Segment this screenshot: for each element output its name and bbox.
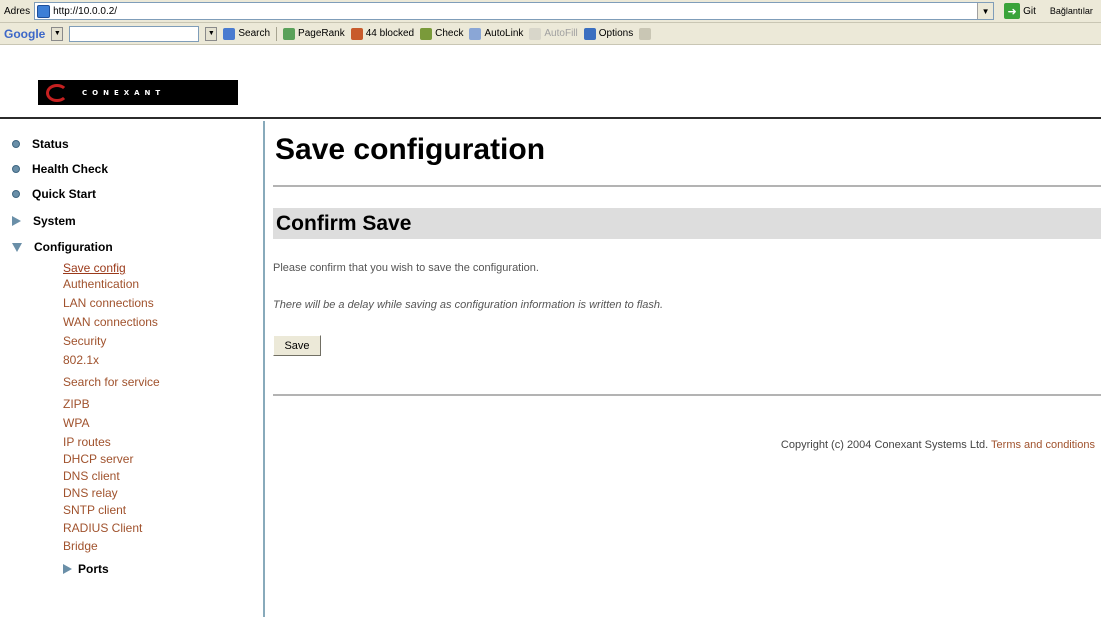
page-header: CONEXANT — [0, 45, 1101, 119]
sidebar-item-label: Health Check — [32, 162, 109, 176]
autofill-button[interactable]: AutoFill — [529, 27, 578, 40]
save-button[interactable]: Save — [273, 335, 321, 356]
popup-blocker-button[interactable]: 44 blocked — [350, 27, 415, 40]
search-button[interactable]: Search — [223, 27, 271, 40]
divider — [273, 185, 1101, 187]
sidebar-item-label: Status — [32, 137, 69, 151]
pencil-icon[interactable] — [639, 27, 652, 40]
google-logo[interactable]: Google — [4, 27, 45, 41]
options-button[interactable]: Options — [583, 27, 634, 40]
url-input[interactable]: http://10.0.0.2/ ▼ — [34, 2, 995, 20]
sidebar-item-sntp-client[interactable]: SNTP client — [63, 503, 126, 517]
popup-blocker-icon — [350, 27, 363, 40]
google-toolbar: Google ▼ ▼ Search PageRank 44 blocked Ch… — [0, 23, 1101, 45]
sidebar-item-security[interactable]: Security — [63, 334, 106, 348]
google-search-input[interactable] — [69, 25, 200, 42]
sidebar-item-dns-client[interactable]: DNS client — [63, 469, 120, 483]
sidebar-item-ports[interactable]: Ports — [63, 562, 109, 576]
address-bar: Adres http://10.0.0.2/ ▼ ➜ Git Bağlantıl… — [0, 0, 1101, 23]
collapse-arrow-icon — [12, 242, 22, 252]
page-icon — [37, 4, 51, 18]
pagerank-indicator[interactable]: PageRank — [283, 27, 345, 40]
autolink-icon — [469, 27, 482, 40]
pagerank-label: PageRank — [298, 28, 345, 39]
sidebar-item-save-config[interactable]: Save config — [63, 261, 126, 275]
expand-arrow-icon — [12, 216, 21, 226]
sidebar-item-wan-connections[interactable]: WAN connections — [63, 315, 158, 329]
sidebar-item-8021x[interactable]: 802.1x — [63, 353, 99, 367]
logo-text: CONEXANT — [82, 88, 166, 97]
spellcheck-button[interactable]: Check — [420, 27, 464, 40]
conexant-logo: CONEXANT — [38, 80, 238, 105]
logo-swirl-icon — [46, 83, 68, 102]
delay-message: There will be a delay while saving as co… — [273, 299, 664, 311]
sidebar-item-authentication[interactable]: Authentication — [63, 277, 139, 291]
autofill-label: AutoFill — [544, 28, 578, 39]
bullet-icon — [12, 140, 20, 148]
blocked-label: 44 blocked — [365, 28, 415, 39]
autofill-icon — [529, 27, 542, 40]
chevron-down-icon[interactable]: ▼ — [205, 26, 218, 41]
sidebar-item-dhcp-server[interactable]: DHCP server — [63, 452, 133, 466]
separator — [276, 26, 278, 41]
sidebar-item-search-for-service[interactable]: Search for service — [63, 375, 160, 389]
copyright-text: Copyright (c) 2004 Conexant Systems Ltd. — [780, 439, 989, 451]
bullet-icon — [12, 190, 20, 198]
go-arrow-icon: ➜ — [1004, 3, 1021, 19]
sidebar-item-label: System — [33, 214, 76, 228]
sidebar-item-ip-routes[interactable]: IP routes — [63, 435, 111, 449]
footer: Copyright (c) 2004 Conexant Systems Ltd.… — [781, 439, 1095, 451]
check-label: Check — [435, 28, 464, 39]
sidebar-item-label: Ports — [78, 562, 109, 576]
sidebar-item-label: Quick Start — [32, 187, 97, 201]
address-label: Adres — [4, 5, 31, 17]
sidebar-item-wpa[interactable]: WPA — [63, 416, 89, 430]
sidebar-item-bridge[interactable]: Bridge — [63, 539, 98, 553]
sidebar-item-configuration[interactable]: Configuration — [12, 240, 113, 254]
bullet-icon — [12, 165, 20, 173]
expand-arrow-icon — [63, 564, 72, 574]
go-button[interactable]: ➜ Git — [1004, 3, 1036, 19]
autolink-label: AutoLink — [484, 28, 524, 39]
search-icon — [223, 27, 236, 40]
terms-link[interactable]: Terms and conditions — [991, 439, 1095, 451]
links-button[interactable]: Bağlantılar — [1050, 6, 1093, 16]
chevron-down-icon[interactable]: ▼ — [51, 26, 64, 41]
autolink-button[interactable]: AutoLink — [469, 27, 524, 40]
divider — [273, 394, 1101, 396]
page-title: Save configuration — [275, 133, 546, 166]
confirm-message: Please confirm that you wish to save the… — [273, 262, 539, 274]
sidebar-nav: Status Health Check Quick Start System C… — [0, 121, 265, 617]
sidebar-item-lan-connections[interactable]: LAN connections — [63, 296, 154, 310]
sidebar-item-system[interactable]: System — [12, 214, 76, 228]
spellcheck-icon — [420, 27, 433, 40]
chevron-down-icon[interactable]: ▼ — [977, 3, 994, 19]
sidebar-item-label: Configuration — [34, 240, 113, 254]
main-content: Save configuration Confirm Save Please c… — [267, 121, 1101, 617]
section-title: Confirm Save — [276, 212, 412, 235]
section-header: Confirm Save — [273, 208, 1101, 239]
sidebar-item-zipb[interactable]: ZIPB — [63, 397, 90, 411]
sidebar-item-radius-client[interactable]: RADIUS Client — [63, 521, 142, 535]
search-label: Search — [238, 28, 271, 39]
sidebar-item-quick-start[interactable]: Quick Start — [12, 187, 96, 201]
options-label: Options — [598, 28, 634, 39]
sidebar-item-health-check[interactable]: Health Check — [12, 162, 108, 176]
sidebar-item-status[interactable]: Status — [12, 137, 69, 151]
url-text: http://10.0.0.2/ — [53, 5, 118, 17]
go-label: Git — [1023, 5, 1036, 17]
sidebar-item-dns-relay[interactable]: DNS relay — [63, 486, 118, 500]
options-icon — [583, 27, 596, 40]
pagerank-icon — [283, 27, 296, 40]
